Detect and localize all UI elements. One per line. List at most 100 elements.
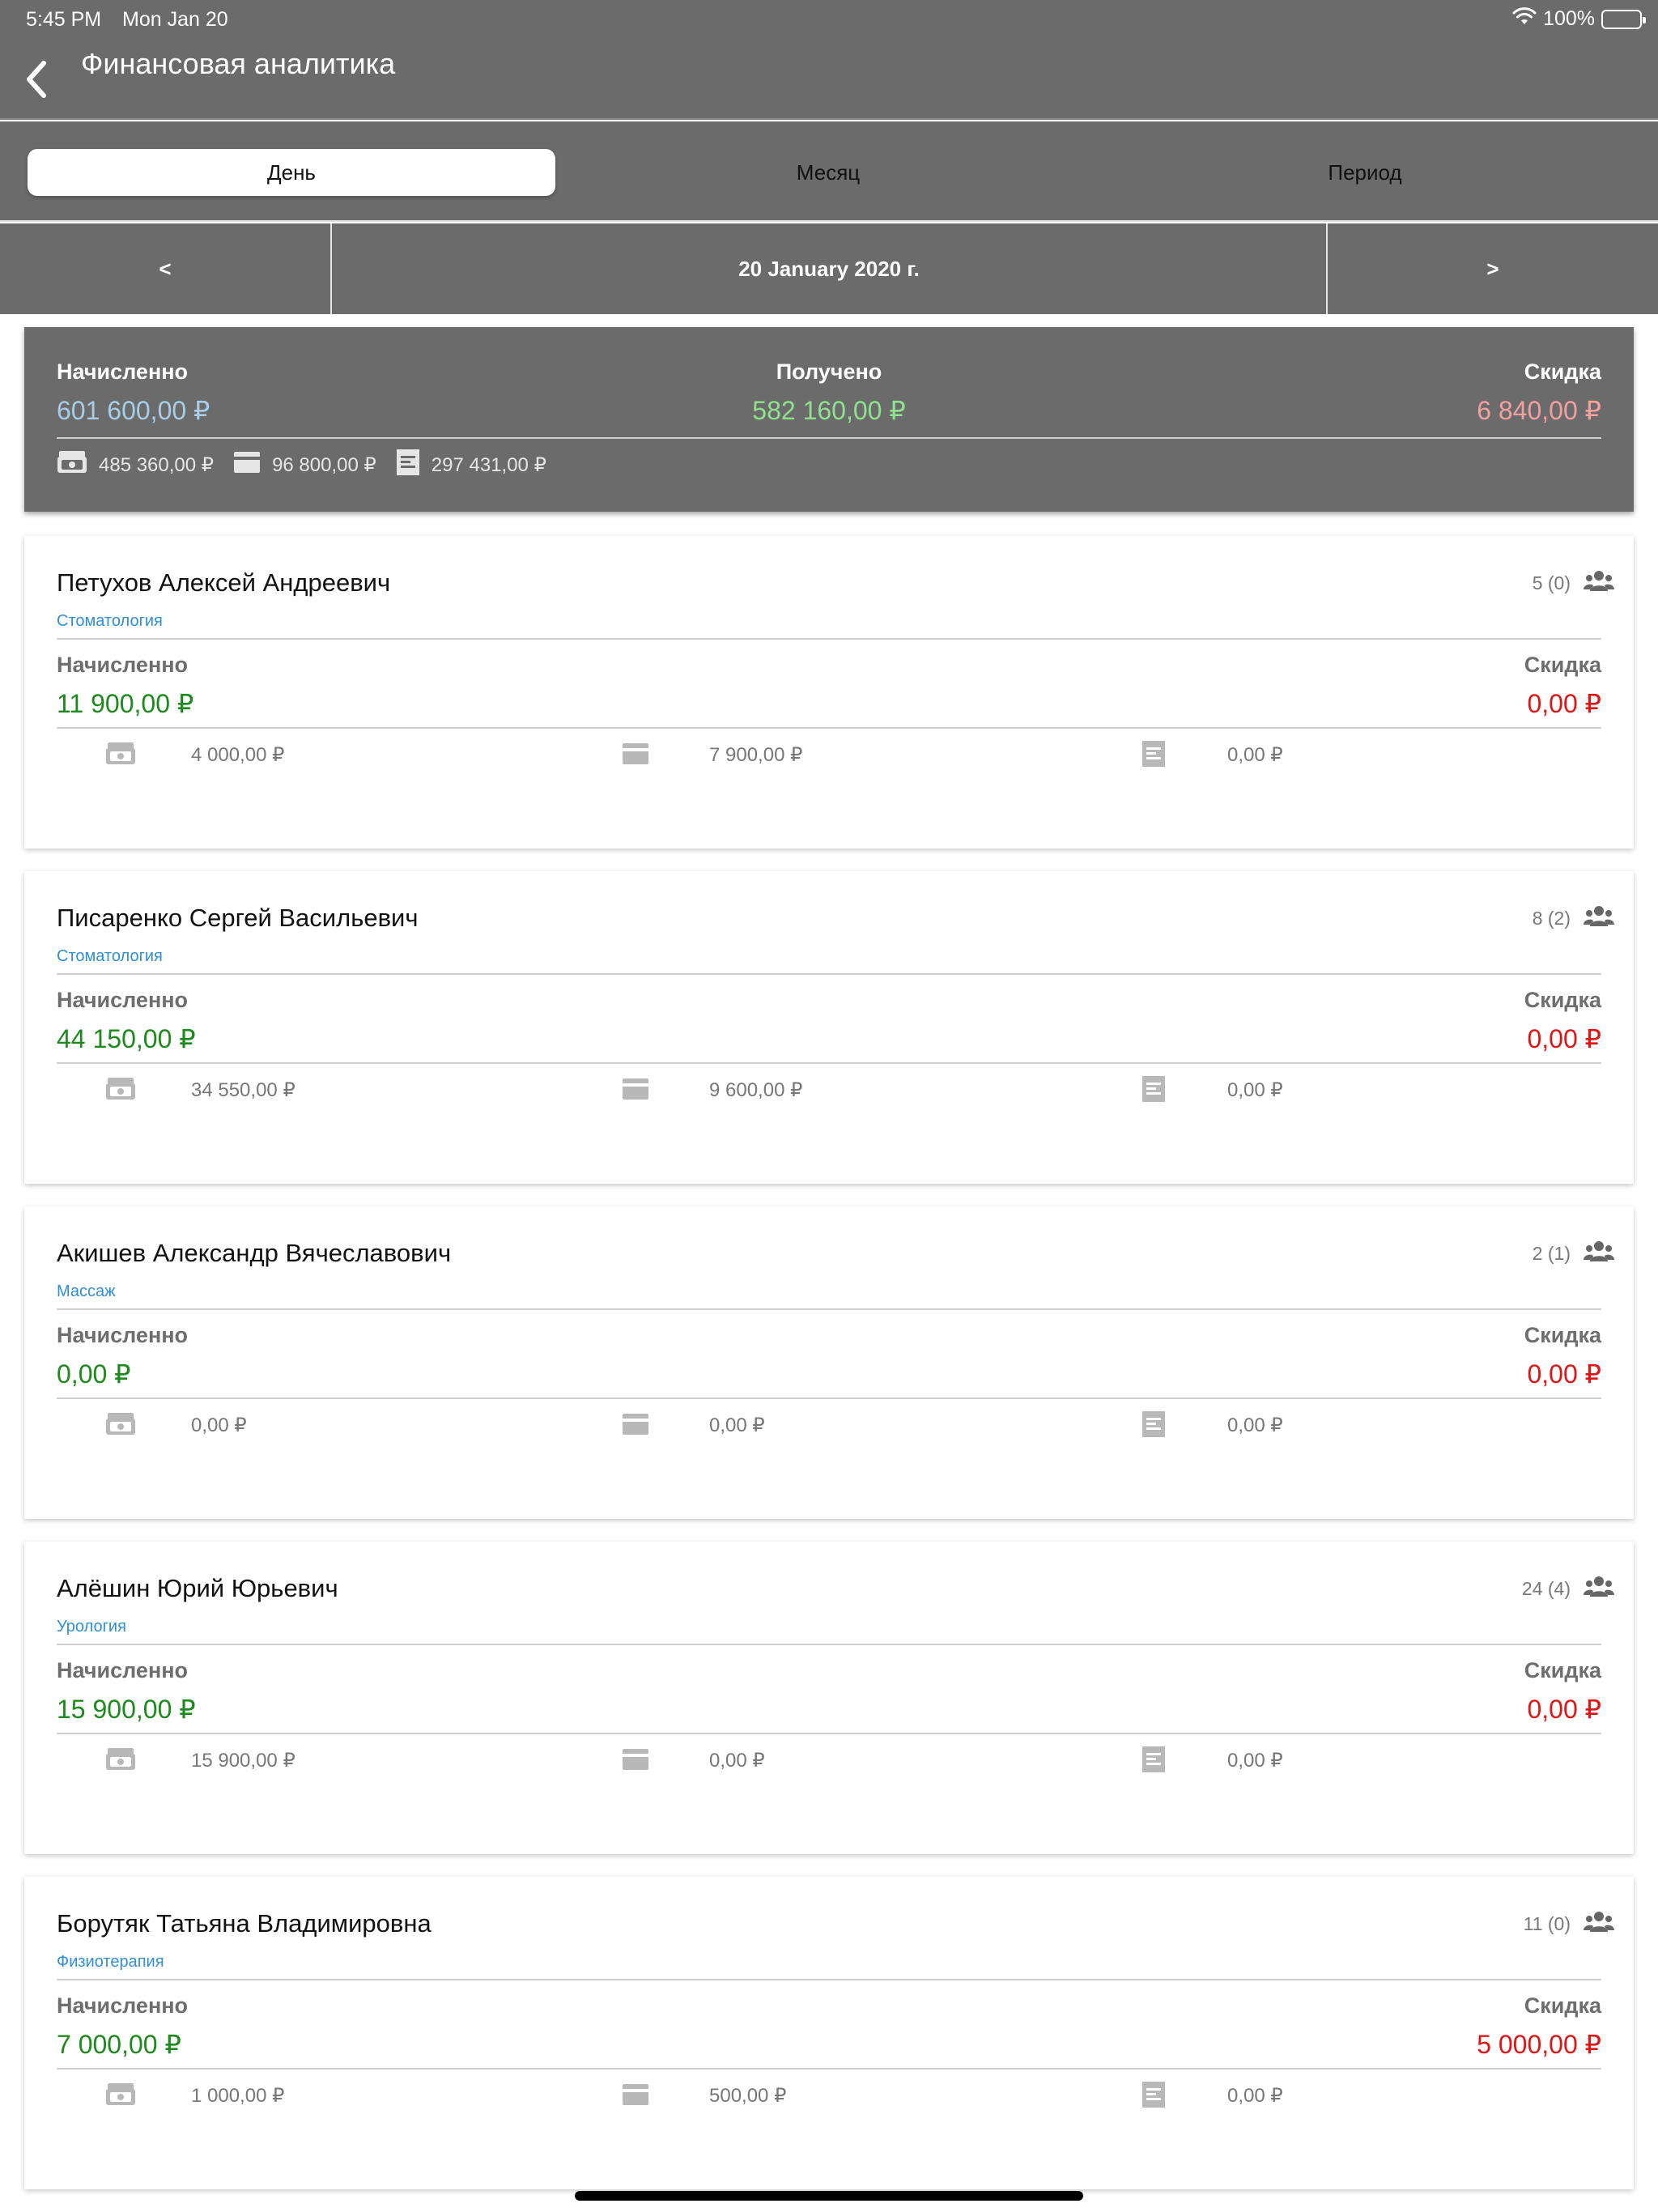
divider	[57, 1979, 1601, 1980]
patient-count: 8 (2)	[1533, 905, 1614, 931]
summary-cash-value: 485 360,00 ₽	[99, 454, 215, 476]
summary-other-value: 297 431,00 ₽	[431, 454, 546, 476]
accrued-value: 15 900,00 ₽	[57, 1695, 196, 1724]
card-value: 9 600,00 ₽	[709, 1079, 803, 1101]
other-value: 0,00 ₽	[1227, 1414, 1283, 1436]
patient-count-value: 8 (2)	[1532, 907, 1571, 929]
back-button[interactable]	[16, 55, 57, 104]
discount-value: 5 000,00 ₽	[1477, 2030, 1601, 2059]
summary-card: Начисленно 601 600,00 ₽ Получено 582 160…	[24, 327, 1634, 512]
cash-icon	[57, 449, 87, 482]
status-bar: 5:45 PM Mon Jan 20 100%	[0, 0, 1658, 39]
tab-day[interactable]: День	[28, 149, 555, 196]
divider	[57, 727, 1601, 729]
patient-count: 5 (0)	[1533, 570, 1614, 596]
discount-value: 0,00 ₽	[1527, 1024, 1601, 1053]
page-title: Финансовая аналитика	[81, 47, 396, 80]
receipt-icon	[1141, 1410, 1166, 1442]
home-indicator	[575, 2191, 1083, 2201]
cash-value: 1 000,00 ₽	[191, 2085, 285, 2107]
people-icon	[1584, 1576, 1614, 1602]
discount-label: Скидка	[1524, 653, 1601, 677]
accrued-label: Начисленно	[57, 1993, 189, 2018]
doctor-specialty: Урология	[57, 1618, 126, 1636]
patient-count-value: 11 (0)	[1523, 1912, 1571, 1934]
accrued-value: 7 000,00 ₽	[57, 2030, 181, 2059]
credit-card-icon	[622, 742, 649, 769]
patient-count: 11 (0)	[1524, 1911, 1614, 1937]
next-date-button[interactable]: >	[1328, 223, 1658, 314]
credit-card-icon	[622, 1413, 649, 1440]
cash-value: 0,00 ₽	[191, 1414, 247, 1436]
receipt-icon	[1141, 740, 1166, 772]
doctor-card[interactable]: Петухов Алексей Андреевич Стоматология 5 (…	[24, 536, 1634, 849]
divider	[57, 973, 1601, 975]
people-icon	[1584, 1911, 1614, 1937]
tab-period[interactable]: Период	[1101, 149, 1629, 196]
doctor-name: Писаренко Сергей Васильевич	[57, 904, 419, 932]
wifi-icon	[1512, 6, 1537, 32]
receipt-icon	[1141, 1075, 1166, 1107]
chevron-left-icon	[27, 61, 46, 98]
cash-icon	[105, 1410, 136, 1442]
summary-received-value: 582 160,00 ₽	[752, 396, 906, 425]
accrued-value: 44 150,00 ₽	[57, 1024, 196, 1053]
card-value: 7 900,00 ₽	[709, 744, 803, 766]
receipt-icon	[396, 449, 420, 482]
divider	[57, 1733, 1601, 1734]
summary-received-label: Получено	[776, 359, 882, 384]
card-value: 0,00 ₽	[709, 1750, 765, 1772]
summary-discount-label: Скидка	[1524, 359, 1601, 384]
doctor-name: Борутяк Татьяна Владимировна	[57, 1909, 432, 1938]
cash-icon	[105, 2081, 136, 2112]
patient-count: 24 (4)	[1522, 1576, 1614, 1602]
doctor-card[interactable]: Борутяк Татьяна Владимировна Физиотерапия…	[24, 1877, 1634, 2189]
tab-month[interactable]: Месяц	[564, 149, 1092, 196]
prev-date-button[interactable]: <	[0, 223, 330, 314]
doctor-card[interactable]: Акишев Александр Вячеславович Массаж 2 (1)…	[24, 1206, 1634, 1519]
accrued-label: Начисленно	[57, 653, 189, 677]
discount-label: Скидка	[1524, 1993, 1601, 2018]
cash-icon	[105, 1075, 136, 1107]
doctor-card[interactable]: Алёшин Юрий Юрьевич Урология 24 (4) Начисле…	[24, 1542, 1634, 1854]
doctor-specialty: Массаж	[57, 1283, 116, 1300]
cash-icon	[105, 1746, 136, 1777]
credit-card-icon	[622, 2083, 649, 2110]
doctor-card[interactable]: Писаренко Сергей Васильевич Стоматология 8…	[24, 871, 1634, 1184]
discount-value: 0,00 ₽	[1527, 689, 1601, 718]
cash-value: 15 900,00 ₽	[191, 1750, 295, 1772]
status-time: 5:45 PM	[26, 8, 102, 31]
patient-count: 2 (1)	[1533, 1240, 1614, 1266]
credit-card-icon	[622, 1748, 649, 1775]
doctor-specialty: Стоматология	[57, 947, 163, 965]
doctor-name: Акишев Александр Вячеславович	[57, 1239, 452, 1267]
cash-value: 34 550,00 ₽	[191, 1079, 295, 1101]
battery-icon	[1601, 9, 1646, 29]
accrued-label: Начисленно	[57, 1658, 189, 1682]
people-icon	[1584, 570, 1614, 596]
discount-label: Скидка	[1524, 1658, 1601, 1682]
discount-label: Скидка	[1524, 988, 1601, 1012]
date-navigator: < 20 January 2020 г. >	[0, 223, 1658, 314]
divider	[57, 1062, 1601, 1064]
divider	[57, 1308, 1601, 1310]
divider	[57, 2068, 1601, 2069]
accrued-value: 0,00 ₽	[57, 1359, 131, 1389]
divider	[57, 638, 1601, 640]
patient-count-value: 2 (1)	[1532, 1242, 1571, 1264]
doctor-name: Петухов Алексей Андреевич	[57, 568, 391, 597]
patient-count-value: 24 (4)	[1521, 1577, 1571, 1599]
status-right: 100%	[1512, 6, 1646, 32]
summary-payments: 485 360,00 ₽ 96 800,00 ₽ 297 431,00 ₽	[57, 449, 546, 482]
other-value: 0,00 ₽	[1227, 1750, 1283, 1772]
doctor-name: Алёшин Юрий Юрьевич	[57, 1574, 338, 1602]
doctor-specialty: Физиотерапия	[57, 1953, 164, 1971]
nav-bar: Финансовая аналитика	[0, 39, 1658, 120]
discount-value: 0,00 ₽	[1527, 1695, 1601, 1724]
people-icon	[1584, 1240, 1614, 1266]
accrued-label: Начисленно	[57, 988, 189, 1012]
doctor-specialty: Стоматология	[57, 612, 163, 630]
other-value: 0,00 ₽	[1227, 744, 1283, 766]
other-value: 0,00 ₽	[1227, 2085, 1283, 2107]
receipt-icon	[1141, 1746, 1166, 1777]
